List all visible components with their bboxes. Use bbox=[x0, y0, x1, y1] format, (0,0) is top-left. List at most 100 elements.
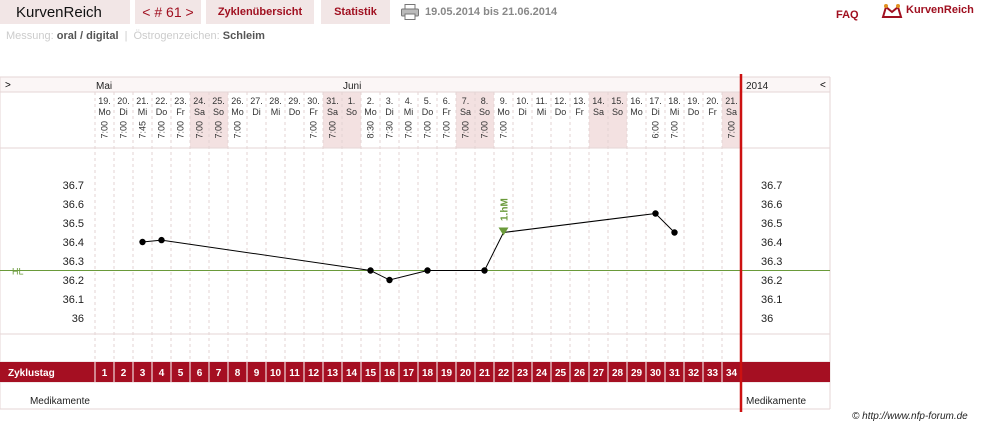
cycle-day-number: 12 bbox=[308, 368, 320, 379]
measure-time: 7:00 bbox=[404, 121, 414, 139]
weekday-label: Fr bbox=[309, 107, 318, 117]
weekday-label: So bbox=[479, 107, 490, 117]
y-tick-label-right: 36.3 bbox=[761, 256, 782, 268]
day-number: 1. bbox=[348, 96, 356, 106]
cycle-day-number: 15 bbox=[365, 368, 377, 379]
day-number: 24. bbox=[193, 96, 206, 106]
measure-time: 7:00 bbox=[499, 121, 509, 139]
measure-time: 7:00 bbox=[328, 121, 338, 139]
weekday-label: Fr bbox=[176, 107, 185, 117]
cycle-day-number: 20 bbox=[460, 368, 472, 379]
day-number: 29. bbox=[288, 96, 301, 106]
cycle-day-number: 2 bbox=[121, 368, 127, 379]
weekday-label: So bbox=[213, 107, 224, 117]
cycle-day-number: 24 bbox=[536, 368, 548, 379]
cycle-day-number: 28 bbox=[612, 368, 624, 379]
cycle-day-number: 6 bbox=[197, 368, 203, 379]
y-tick-label-left: 36.7 bbox=[63, 180, 84, 192]
weekday-label: Mo bbox=[364, 107, 377, 117]
measure-time: 7:00 bbox=[100, 121, 110, 139]
weekday-label: Di bbox=[385, 107, 394, 117]
day-number: 4. bbox=[405, 96, 413, 106]
day-number: 19. bbox=[98, 96, 111, 106]
y-tick-label-left: 36 bbox=[72, 313, 84, 325]
day-number: 20. bbox=[706, 96, 719, 106]
weekday-label: Mi bbox=[271, 107, 281, 117]
day-number: 30. bbox=[307, 96, 320, 106]
day-number: 22. bbox=[155, 96, 168, 106]
temperature-point bbox=[367, 267, 374, 274]
y-tick-label-left: 36.6 bbox=[63, 199, 84, 211]
weekday-label: So bbox=[612, 107, 623, 117]
weekday-label: Mi bbox=[670, 107, 680, 117]
y-tick-label-right: 36 bbox=[761, 313, 773, 325]
day-number: 16. bbox=[630, 96, 643, 106]
measure-time: 7:00 bbox=[461, 121, 471, 139]
cycle-day-number: 11 bbox=[289, 368, 300, 379]
day-number: 9. bbox=[500, 96, 508, 106]
weekday-label: Mi bbox=[537, 107, 547, 117]
cycle-day-number: 25 bbox=[555, 368, 567, 379]
day-number: 12. bbox=[554, 96, 567, 106]
day-number: 19. bbox=[687, 96, 700, 106]
y-tick-label-left: 36.2 bbox=[63, 275, 84, 287]
weekday-label: Di bbox=[651, 107, 660, 117]
ovulation-marker-label: 1.hM bbox=[500, 198, 511, 221]
day-number: 13. bbox=[573, 96, 586, 106]
month-label: Mai bbox=[96, 81, 112, 92]
weekday-label: Sa bbox=[460, 107, 471, 117]
weekday-label: Mo bbox=[630, 107, 643, 117]
temperature-point bbox=[652, 210, 659, 217]
cycle-day-number: 1 bbox=[102, 368, 108, 379]
cover-line-label: HL bbox=[12, 267, 24, 277]
weekday-label: So bbox=[346, 107, 357, 117]
cycle-day-number: 13 bbox=[327, 368, 339, 379]
weekday-label: Mi bbox=[404, 107, 414, 117]
y-tick-label-left: 36.5 bbox=[63, 218, 84, 230]
y-tick-label-right: 36.5 bbox=[761, 218, 782, 230]
cycle-day-number: 10 bbox=[270, 368, 282, 379]
y-tick-label-right: 36.7 bbox=[761, 180, 782, 192]
weekday-label: Di bbox=[119, 107, 128, 117]
temperature-point bbox=[158, 236, 165, 244]
y-tick-label-right: 36.2 bbox=[761, 275, 782, 287]
day-number: 5. bbox=[424, 96, 432, 106]
cycle-day-number: 4 bbox=[159, 368, 165, 379]
medication-row-label-right: Medikamente bbox=[746, 396, 806, 407]
cycle-day-number: 23 bbox=[517, 368, 529, 379]
y-tick-label-left: 36.4 bbox=[63, 237, 84, 249]
weekday-label: Do bbox=[555, 107, 567, 117]
measure-time: 7:00 bbox=[233, 121, 243, 139]
chart-nav-next: < bbox=[820, 80, 826, 91]
measure-time: 7:00 bbox=[214, 121, 224, 139]
cycle-day-number: 29 bbox=[631, 368, 643, 379]
day-number: 21. bbox=[136, 96, 149, 106]
weekday-label: Di bbox=[518, 107, 527, 117]
cycle-day-number: 31 bbox=[669, 368, 681, 379]
weekday-label: Mo bbox=[231, 107, 244, 117]
day-number: 28. bbox=[269, 96, 282, 106]
weekday-label: Do bbox=[688, 107, 700, 117]
measure-time: 7:00 bbox=[309, 121, 319, 139]
weekday-label: Fr bbox=[708, 107, 717, 117]
cycle-day-number: 14 bbox=[346, 368, 358, 379]
cycle-day-number: 5 bbox=[178, 368, 184, 379]
measure-time: 7:00 bbox=[442, 121, 452, 139]
measure-time: 7:00 bbox=[119, 121, 129, 139]
day-number: 15. bbox=[611, 96, 624, 106]
day-number: 27. bbox=[250, 96, 263, 106]
year-label: 2014 bbox=[746, 81, 769, 92]
day-number: 18. bbox=[668, 96, 681, 106]
measure-time: 7:00 bbox=[157, 121, 167, 139]
weekday-label: Fr bbox=[442, 107, 451, 117]
measure-time: 7:00 bbox=[727, 121, 737, 139]
measure-time: 7:30 bbox=[385, 121, 395, 139]
cycle-day-number: 22 bbox=[498, 368, 510, 379]
day-number: 11. bbox=[536, 96, 548, 106]
y-tick-label-left: 36.1 bbox=[63, 294, 84, 306]
weekday-label: Sa bbox=[726, 107, 737, 117]
day-number: 10. bbox=[516, 96, 529, 106]
day-number: 6. bbox=[443, 96, 451, 106]
temperature-point bbox=[424, 267, 431, 274]
measure-time: 7:00 bbox=[176, 121, 186, 139]
